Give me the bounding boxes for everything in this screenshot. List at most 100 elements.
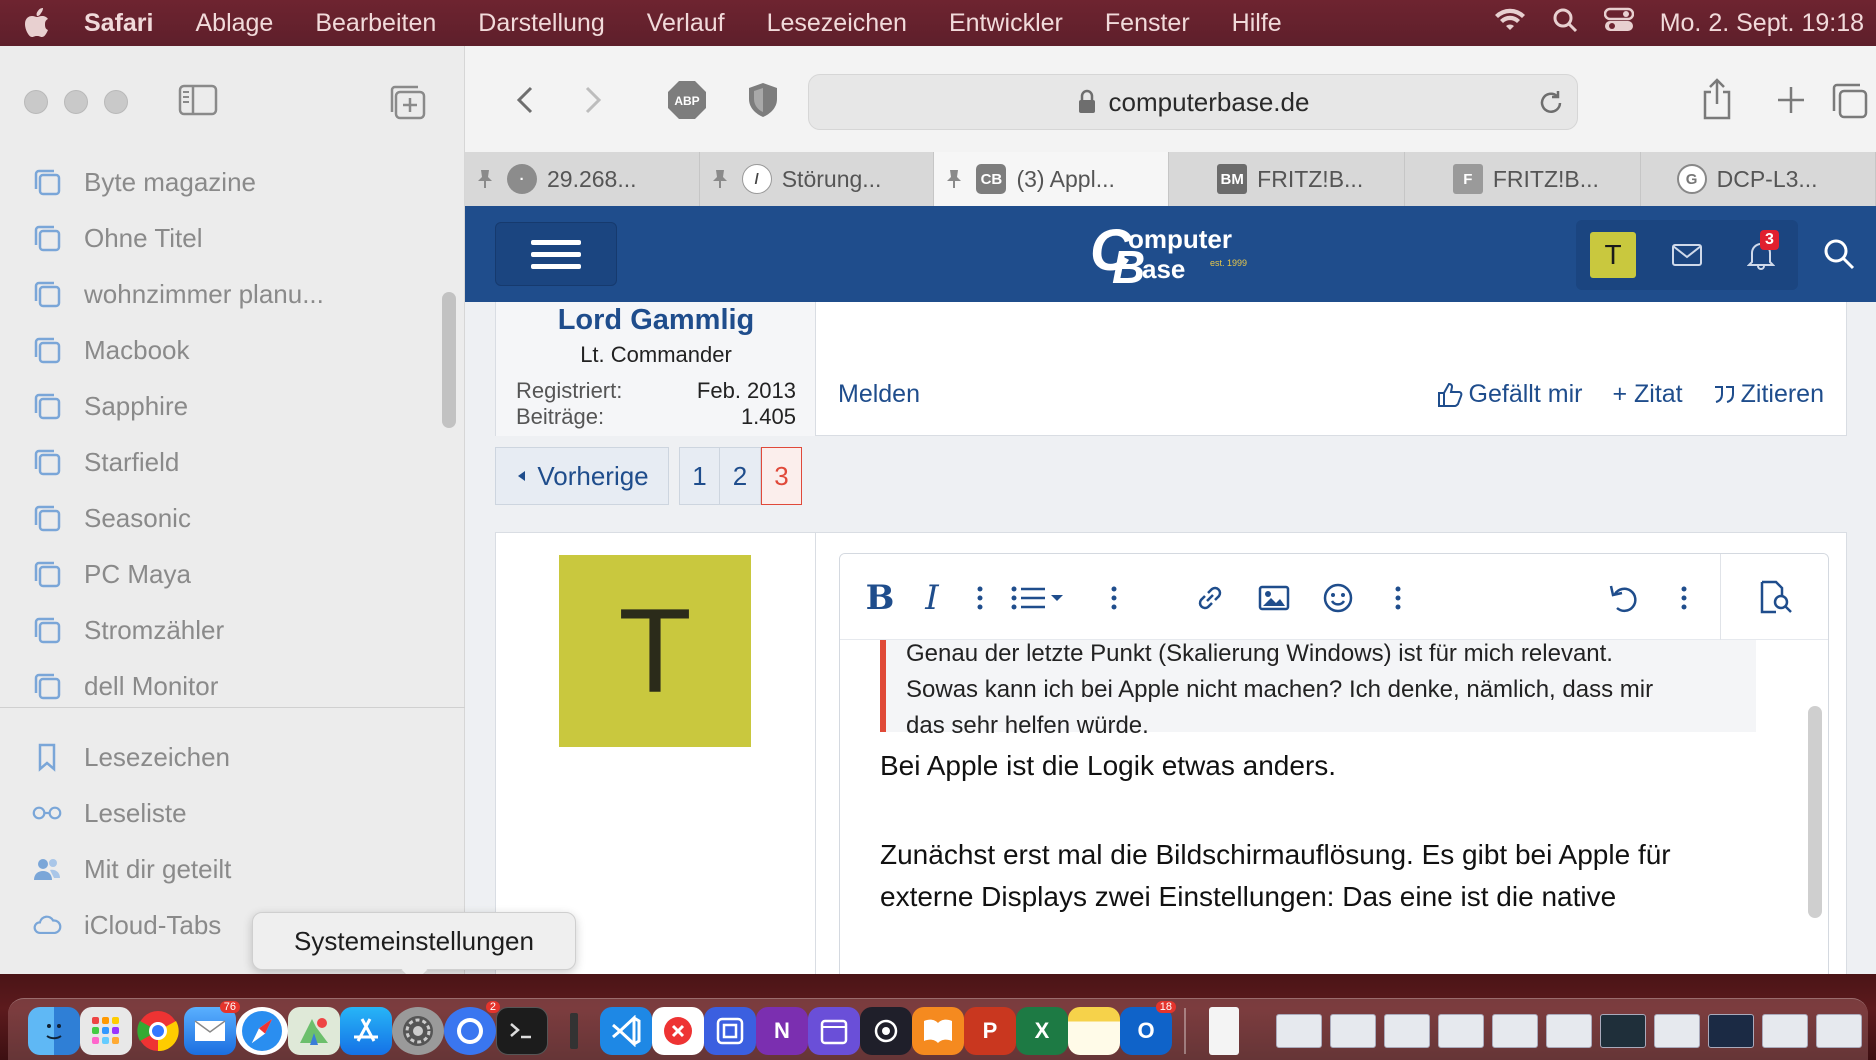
app-store-icon[interactable] bbox=[340, 1006, 392, 1055]
page-link[interactable]: 2 bbox=[720, 447, 761, 505]
menu-fenster[interactable]: Fenster bbox=[1105, 9, 1190, 38]
emoji-icon[interactable] bbox=[1318, 578, 1358, 618]
excel-icon[interactable]: X bbox=[1016, 1006, 1068, 1055]
mail-icon[interactable]: 76 bbox=[184, 1000, 240, 1055]
site-search-button[interactable] bbox=[1802, 206, 1876, 302]
notifications-button[interactable]: 3 bbox=[1724, 220, 1798, 290]
document-preview-icon[interactable] bbox=[1209, 1006, 1239, 1055]
reply-text-paragraph[interactable]: Zunächst erst mal die Bildschirmauflösun… bbox=[880, 834, 1760, 918]
sidebar-item-reading-list[interactable]: Leseliste bbox=[0, 785, 460, 841]
more-vertical-icon[interactable] bbox=[1094, 578, 1134, 618]
minimized-window-thumbnail[interactable] bbox=[1330, 1013, 1376, 1048]
apple-menu-icon[interactable] bbox=[24, 8, 54, 38]
menu-darstellung[interactable]: Darstellung bbox=[478, 9, 604, 38]
chrome-icon[interactable] bbox=[132, 1007, 184, 1055]
usb-drive-icon[interactable] bbox=[548, 1007, 600, 1055]
control-center-icon[interactable] bbox=[1603, 7, 1634, 40]
reply-text-line[interactable]: Bei Apple ist die Logik etwas anders. bbox=[880, 750, 1760, 782]
add-quote-button[interactable]: + Zitat bbox=[1612, 380, 1682, 409]
wifi-icon[interactable] bbox=[1494, 8, 1526, 39]
close-window-button[interactable] bbox=[24, 90, 48, 114]
minimized-window-thumbnail[interactable] bbox=[1276, 1013, 1322, 1048]
tab-item[interactable]: · 29.268... bbox=[465, 152, 700, 206]
terminal-icon[interactable] bbox=[496, 1006, 548, 1055]
menu-hilfe[interactable]: Hilfe bbox=[1232, 9, 1282, 38]
menu-entwickler[interactable]: Entwickler bbox=[949, 9, 1063, 38]
image-icon[interactable] bbox=[1254, 578, 1294, 618]
adblock-plus-icon[interactable]: ABP bbox=[665, 78, 709, 122]
tab-item-active[interactable]: CB (3) Appl... bbox=[934, 152, 1170, 206]
tab-group-item[interactable]: Byte magazine bbox=[0, 154, 460, 210]
sidebar-toggle-icon[interactable] bbox=[178, 84, 218, 116]
powerpoint-icon[interactable]: P bbox=[964, 1006, 1016, 1055]
tab-group-item[interactable]: Seasonic bbox=[0, 490, 460, 546]
calendar-app-icon[interactable] bbox=[808, 1006, 860, 1055]
sidebar-item-bookmarks[interactable]: Lesezeichen bbox=[0, 729, 460, 785]
zoom-window-button[interactable] bbox=[104, 90, 128, 114]
minimized-window-thumbnail[interactable] bbox=[1816, 1013, 1862, 1048]
list-dropdown-button[interactable] bbox=[1008, 578, 1068, 618]
spotlight-search-icon[interactable] bbox=[1552, 7, 1578, 40]
onenote-icon[interactable]: N bbox=[756, 1006, 808, 1055]
italic-button[interactable]: I bbox=[912, 578, 952, 618]
menu-ablage[interactable]: Ablage bbox=[195, 9, 273, 38]
books-icon[interactable] bbox=[912, 1006, 964, 1055]
menu-bearbeiten[interactable]: Bearbeiten bbox=[315, 9, 436, 38]
page-link[interactable]: 1 bbox=[679, 447, 720, 505]
more-vertical-icon[interactable] bbox=[1664, 578, 1704, 618]
menu-clock[interactable]: Mo. 2. Sept. 19:18 bbox=[1660, 9, 1864, 38]
rich-text-editor[interactable]: Genau der letzte Punkt (Skalierung Windo… bbox=[839, 553, 1829, 974]
author-name-link[interactable]: Lord Gammlig bbox=[496, 304, 816, 337]
menu-lesezeichen[interactable]: Lesezeichen bbox=[767, 9, 907, 38]
quote-button[interactable]: Zitieren bbox=[1713, 380, 1824, 409]
like-button[interactable]: Gefällt mir bbox=[1437, 380, 1582, 409]
tab-item[interactable]: F FRITZ!B... bbox=[1404, 152, 1641, 206]
tab-group-item[interactable]: dell Monitor bbox=[0, 658, 460, 714]
vscode-icon[interactable] bbox=[600, 1006, 652, 1055]
sidebar-item-shared[interactable]: Mit dir geteilt bbox=[0, 841, 460, 897]
tab-item[interactable]: G DCP-L3... bbox=[1640, 152, 1876, 206]
computerbase-logo[interactable]: C omputer B ase est. 1999 bbox=[1090, 220, 1260, 292]
tab-group-item[interactable]: PC Maya bbox=[0, 546, 460, 602]
minimized-window-thumbnail[interactable] bbox=[1762, 1013, 1808, 1048]
address-bar[interactable]: computerbase.de bbox=[808, 74, 1578, 130]
minimized-window-thumbnail[interactable] bbox=[1600, 1013, 1646, 1048]
sidebar-scrollbar[interactable] bbox=[442, 292, 456, 428]
new-tab-icon[interactable] bbox=[1771, 80, 1811, 120]
minimize-window-button[interactable] bbox=[64, 90, 88, 114]
forward-button[interactable] bbox=[573, 80, 613, 120]
system-settings-icon[interactable] bbox=[392, 1006, 444, 1055]
previous-page-button[interactable]: Vorherige bbox=[495, 447, 669, 505]
undo-icon[interactable] bbox=[1604, 578, 1644, 618]
menu-verlauf[interactable]: Verlauf bbox=[647, 9, 725, 38]
finder-icon[interactable] bbox=[28, 1006, 80, 1055]
outlook-icon[interactable]: O 18 bbox=[1120, 1000, 1176, 1055]
notes-icon[interactable] bbox=[1068, 1006, 1120, 1055]
hamburger-menu-button[interactable] bbox=[495, 222, 617, 286]
tab-group-item[interactable]: Stromzähler bbox=[0, 602, 460, 658]
minimized-window-thumbnail[interactable] bbox=[1546, 1013, 1592, 1048]
chatgpt-icon[interactable] bbox=[860, 1006, 912, 1055]
more-vertical-icon[interactable] bbox=[960, 578, 1000, 618]
new-tab-group-icon[interactable] bbox=[388, 84, 428, 120]
minimized-window-thumbnail[interactable] bbox=[1492, 1013, 1538, 1048]
tab-group-item[interactable]: Macbook bbox=[0, 322, 460, 378]
signal-icon[interactable]: 2 bbox=[444, 1000, 500, 1055]
maps-icon[interactable] bbox=[288, 1006, 340, 1055]
menu-app-safari[interactable]: Safari bbox=[84, 9, 153, 38]
tab-group-item[interactable]: Sapphire bbox=[0, 378, 460, 434]
tab-group-item[interactable]: Starfield bbox=[0, 434, 460, 490]
tab-item[interactable]: / Störung... bbox=[699, 152, 935, 206]
bold-button[interactable]: B bbox=[860, 578, 900, 618]
minimized-window-thumbnail[interactable] bbox=[1384, 1013, 1430, 1048]
page-link-current[interactable]: 3 bbox=[761, 447, 802, 505]
minimized-window-thumbnail[interactable] bbox=[1654, 1013, 1700, 1048]
tab-overview-icon[interactable] bbox=[1829, 80, 1869, 120]
account-button[interactable]: T bbox=[1576, 220, 1650, 290]
safari-icon[interactable] bbox=[236, 1006, 288, 1055]
editor-scrollbar[interactable] bbox=[1808, 706, 1822, 918]
back-button[interactable] bbox=[505, 80, 545, 120]
remote-desktop-icon[interactable] bbox=[652, 1006, 704, 1055]
privacy-shield-icon[interactable] bbox=[743, 80, 783, 120]
tab-item[interactable]: BM FRITZ!B... bbox=[1169, 152, 1405, 206]
